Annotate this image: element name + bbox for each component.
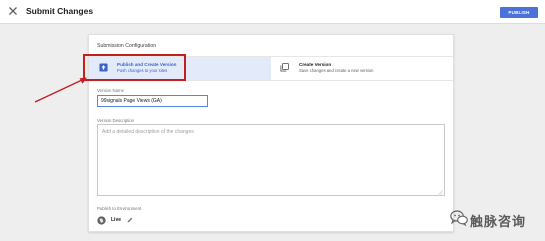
copy-version-icon [280,63,289,72]
close-icon[interactable] [7,5,19,17]
top-bar: Submit Changes PUBLISH [0,0,545,24]
environment-name: Live [111,217,122,223]
version-description-input[interactable] [97,124,445,196]
page-title: Submit Changes [26,6,94,16]
wechat-icon [450,210,468,226]
version-description-label: Version Description [97,118,135,123]
option-title: Create Version [299,62,332,67]
watermark-text: 触脉咨询 [470,215,527,230]
annotation-arrow-icon [34,77,87,103]
publish-environment-label: Publish to Environment [97,206,142,211]
version-name-input[interactable] [97,95,208,107]
option-subtitle: Save changes and create a new version [299,68,374,73]
card-title: Submission Configuration [97,43,157,49]
option-create-version[interactable]: Create Version Save changes and create a… [271,57,453,80]
resize-grip-icon[interactable] [438,190,443,195]
annotation-highlight-box [83,54,186,81]
version-name-label: Version Name [97,88,124,93]
publish-button[interactable]: PUBLISH [500,7,538,18]
pencil-edit-icon[interactable] [127,217,133,223]
environment-row: Live [97,214,157,226]
watermark: 触脉咨询 [450,206,542,236]
environment-icon [97,216,106,225]
